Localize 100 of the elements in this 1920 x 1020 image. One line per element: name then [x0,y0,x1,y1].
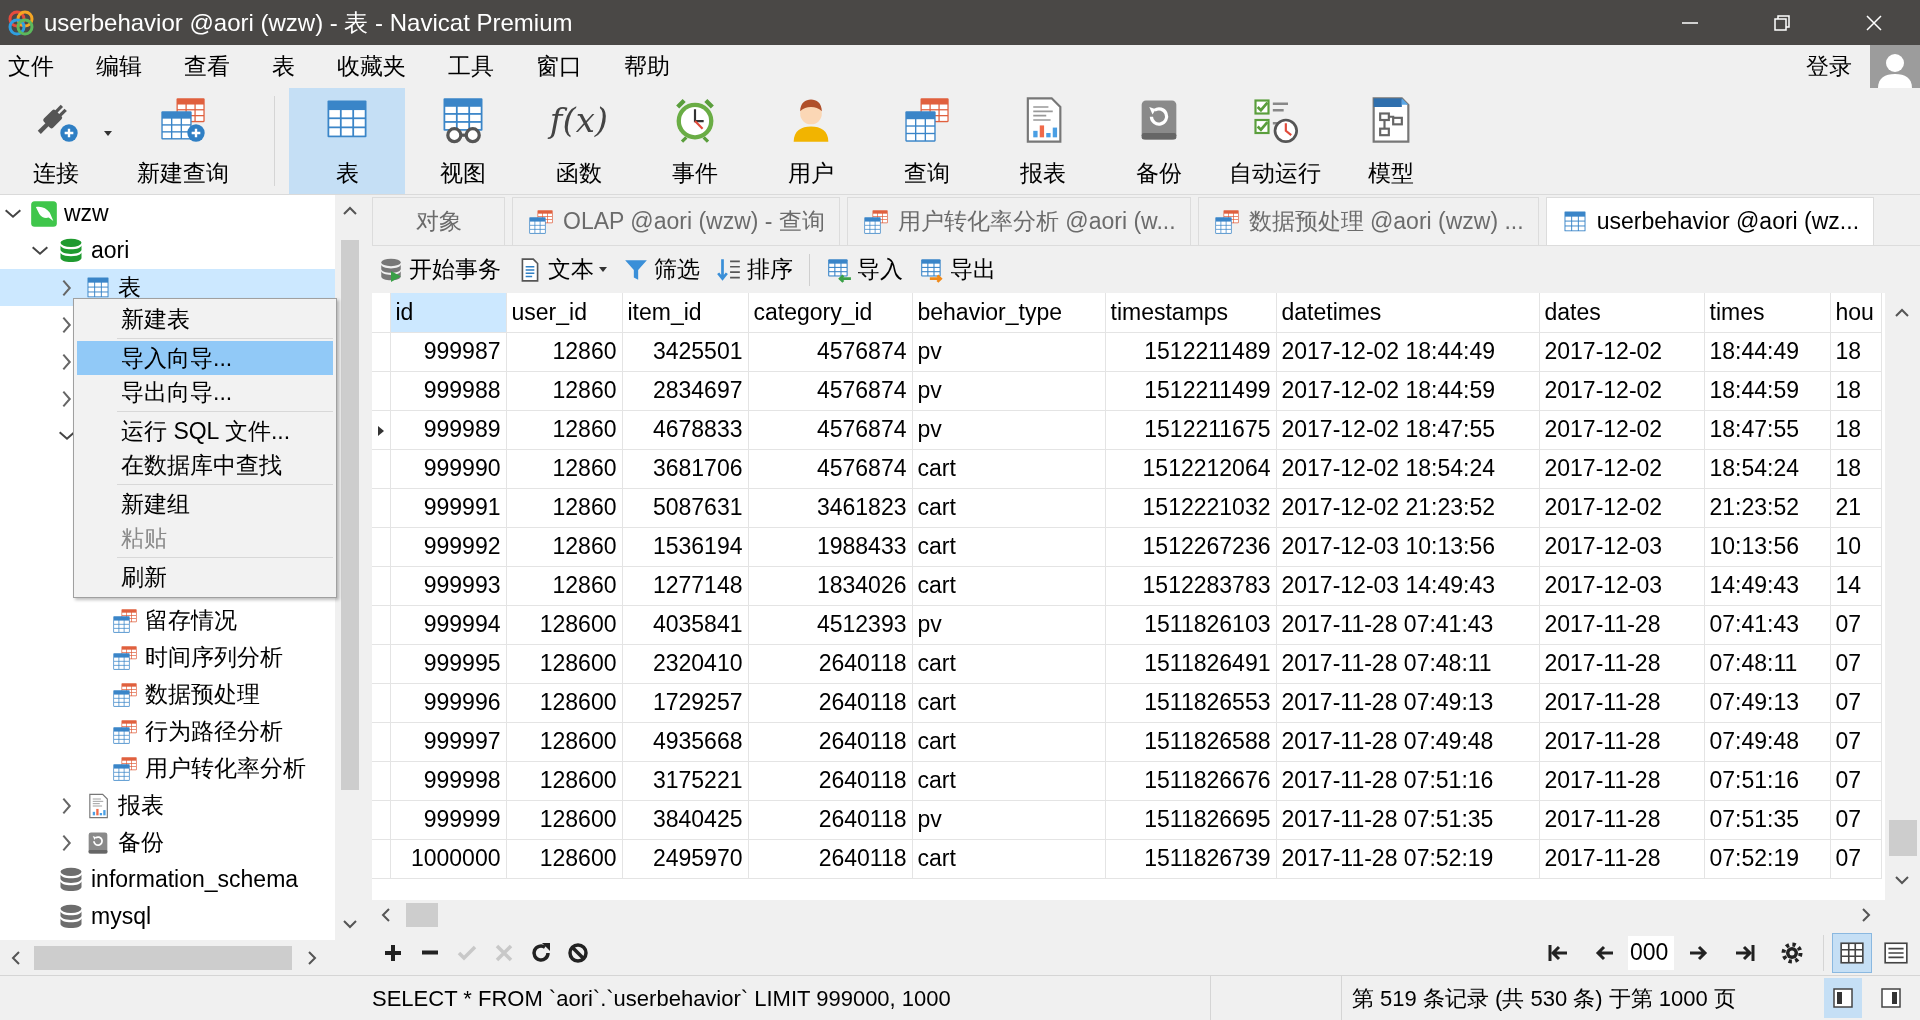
context-menu-item[interactable]: 运行 SQL 文件... [77,414,333,448]
menu-item[interactable]: 文件 [0,49,75,84]
tab[interactable]: OLAP @aori (wzw) - 查询 [512,197,840,245]
pane-toggle[interactable] [1824,978,1862,1018]
table-cell: 2640118 [748,722,912,761]
tree-item[interactable]: 报表 [0,787,335,824]
toolbar-button[interactable]: 筛选 [617,252,706,287]
table-cell: 128600 [506,761,622,800]
column-header[interactable]: hou [1830,293,1881,332]
table-cell: 999989 [390,410,506,449]
toolbar-button[interactable]: 事件 [637,88,753,194]
table-cell: 4935668 [622,722,748,761]
tree-item[interactable]: 数据预处理 [0,676,335,713]
menu-item[interactable]: 收藏夹 [316,49,427,84]
column-header[interactable]: dates [1539,293,1704,332]
table-cell: 1988433 [748,527,912,566]
toolbar-button[interactable]: 模型 [1333,88,1449,194]
toolbar-button[interactable]: 用户 [753,88,869,194]
settings-icon [1779,940,1804,965]
column-header[interactable]: datetimes [1276,293,1539,332]
table-cell: 2640118 [748,644,912,683]
column-header[interactable]: category_id [748,293,912,332]
toolbar-button[interactable]: 查询 [869,88,985,194]
scroll-thumb[interactable] [34,946,292,970]
menu-item[interactable]: 表 [251,49,316,84]
table-cell: 4576874 [748,410,912,449]
tree-item[interactable]: 行为路径分析 [0,713,335,750]
table-cell: 1511826739 [1105,839,1276,878]
toolbar-button[interactable]: 文本 [511,252,613,287]
scroll-thumb[interactable] [1889,820,1917,856]
view-toggle[interactable] [1832,932,1872,973]
context-menu-item[interactable]: 新建组 [77,487,333,521]
tree-item[interactable]: 备份 [0,824,335,861]
column-header[interactable]: id [390,293,506,332]
column-header[interactable]: times [1704,293,1830,332]
table-cell: cart [912,449,1105,488]
tree-item[interactable]: 用户转化率分析 [0,750,335,787]
menu-item[interactable]: 窗口 [515,49,603,84]
table-cell: 2640118 [748,839,912,878]
toolbar-button[interactable]: 导出 [913,252,1002,287]
stop-icon [565,940,590,965]
table-cell: 07 [1830,761,1881,800]
column-header[interactable]: behavior_type [912,293,1105,332]
toolbar-button[interactable]: 报表 [985,88,1101,194]
toolbar-button[interactable]: 导入 [820,252,909,287]
page-field[interactable]: 000 [1628,935,1674,970]
tab[interactable]: 用户转化率分析 @aori (w... [846,197,1191,245]
table-import-icon [826,256,852,283]
toolbar-button[interactable]: 新建查询 [118,88,248,194]
table-cell: 07 [1830,683,1881,722]
toolbar-button[interactable]: 开始事务 [372,252,507,287]
table-cell: 999999 [390,800,506,839]
table-cell: 128600 [506,605,622,644]
tree-item[interactable]: 留存情况 [0,602,335,639]
table-cell: 2017-11-28 07:51:35 [1276,800,1539,839]
column-header[interactable]: timestamps [1105,293,1276,332]
table-cell: 07:48:11 [1704,644,1830,683]
toolbar-button[interactable]: 排序 [710,252,799,287]
pane-icon [1831,986,1855,1010]
tab[interactable]: 对象 [372,197,505,245]
menu-item[interactable]: 工具 [427,49,515,84]
toolbar-button[interactable]: 备份 [1101,88,1217,194]
scroll-thumb[interactable] [341,240,359,790]
tab[interactable]: 数据预处理 @aori (wzw) ... [1197,197,1539,245]
avatar-icon [1870,45,1920,88]
table-cell: 999995 [390,644,506,683]
column-header[interactable]: item_id [622,293,748,332]
restore-icon [1774,14,1790,31]
scroll-left-icon [380,907,390,923]
tree-item[interactable]: aori [0,232,335,269]
function-icon: f(x) [549,94,609,146]
table-cell: 2017-11-28 [1539,605,1704,644]
toolbar-button[interactable]: 表 [289,88,405,194]
toolbar-button[interactable]: 自动运行 [1217,88,1333,194]
scroll-thumb[interactable] [406,903,438,927]
toolbar-button[interactable]: 连接 [8,88,104,194]
login-button[interactable]: 登录 [1788,49,1870,84]
context-menu-item[interactable]: 刷新 [77,560,333,594]
tab[interactable]: userbehavior @aori (wz... [1545,197,1875,245]
table-cell: 2640118 [748,761,912,800]
tree-item[interactable]: information_schema [0,861,335,898]
table-cell: cart [912,566,1105,605]
toolbar-button[interactable]: 视图 [405,88,521,194]
toolbar-button[interactable]: f(x) 函数 [521,88,637,194]
table-cell: 2017-12-02 18:44:49 [1276,332,1539,371]
context-menu-item[interactable]: 导入向导... [77,341,333,375]
tree-item[interactable]: wzw [0,195,335,232]
menu-item[interactable]: 查看 [163,49,251,84]
context-menu-item[interactable]: 在数据库中查找 [77,448,333,482]
context-menu-item[interactable]: 导出向导... [77,375,333,409]
table-cell: 12860 [506,527,622,566]
tree-item[interactable]: 时间序列分析 [0,639,335,676]
menu-item[interactable]: 编辑 [75,49,163,84]
sort-icon [716,256,742,283]
column-header[interactable]: user_id [506,293,622,332]
tree-item[interactable]: mysql [0,898,335,935]
table-cell: 4678833 [622,410,748,449]
tables-icon [527,207,555,236]
menu-item[interactable]: 帮助 [603,49,691,84]
table-cell: 07 [1830,605,1881,644]
